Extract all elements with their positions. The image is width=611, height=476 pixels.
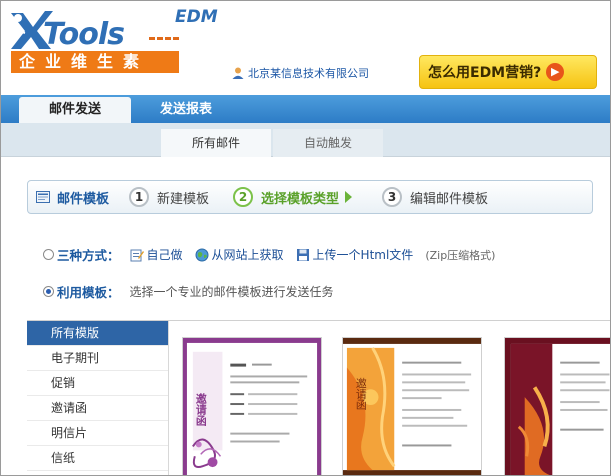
- tab-auto-trigger[interactable]: 自动触发: [273, 129, 383, 157]
- header: Tools EDM 企业维生素 北京某信息技术有限公司 怎么用EDM营销? ▶: [1, 1, 610, 95]
- action-from-website[interactable]: 从网站上获取: [195, 246, 284, 263]
- radio-use-template[interactable]: [43, 286, 54, 297]
- template-preview-image: 邀请函: [343, 338, 481, 475]
- main-nav: 邮件发送 发送报表: [1, 95, 610, 123]
- template-thumbnail[interactable]: 邀请函: [182, 337, 322, 475]
- template-thumbnail[interactable]: 邀请函: [342, 337, 482, 475]
- logo-suffix: EDM: [175, 7, 218, 27]
- company-info: 北京某信息技术有限公司: [231, 65, 369, 81]
- option-label: 三种方式：: [57, 248, 120, 263]
- globe-icon: [195, 248, 209, 261]
- template-gallery: 邀请函 邀请函: [170, 321, 610, 475]
- template-preview-image: [505, 338, 610, 475]
- step-label: 新建模板: [157, 191, 210, 207]
- user-icon: [232, 67, 244, 79]
- edit-icon: [130, 249, 144, 261]
- step-label: 选择模板类型: [261, 191, 340, 207]
- arrow-right-icon: ▶: [546, 63, 565, 81]
- template-thumbnail[interactable]: [504, 337, 610, 475]
- tab-send-report[interactable]: 发送报表: [141, 97, 231, 123]
- option-description: 选择一个专业的邮件模板进行发送任务: [129, 285, 334, 299]
- company-name: 北京某信息技术有限公司: [248, 67, 369, 80]
- app-frame: Tools EDM 企业维生素 北京某信息技术有限公司 怎么用EDM营销? ▶ …: [0, 0, 611, 476]
- step-number: 3: [382, 187, 403, 207]
- step-label: 编辑邮件模板: [410, 191, 489, 207]
- category-newsletter[interactable]: 电子期刊: [27, 346, 168, 371]
- category-all[interactable]: 所有模版: [27, 321, 168, 346]
- play-arrow-icon: [345, 191, 353, 203]
- template-icon: [36, 191, 50, 203]
- action-make-yourself[interactable]: 自己做: [130, 246, 183, 263]
- logo-dashes: [149, 37, 179, 40]
- sub-nav: 所有邮件 自动触发: [1, 123, 610, 157]
- category-promotion[interactable]: 促销: [27, 371, 168, 396]
- logo-text: Tools: [43, 17, 125, 52]
- edm-howto-banner[interactable]: 怎么用EDM营销? ▶: [419, 55, 597, 89]
- promo-label: 怎么用EDM营销?: [428, 65, 542, 81]
- step-edit-template[interactable]: 3 编辑邮件模板: [382, 187, 488, 207]
- logo[interactable]: Tools EDM 企业维生素: [7, 7, 218, 73]
- wizard-steps: 邮件模板 1 新建模板 2 选择模板类型 3 编辑邮件模板: [27, 180, 593, 214]
- template-categories: 所有模版 电子期刊 促销 邀请函 明信片 信纸: [27, 321, 169, 475]
- step-number: 1: [129, 187, 150, 207]
- template-preview-image: 邀请函: [183, 338, 321, 475]
- tab-all-mails[interactable]: 所有邮件: [161, 129, 271, 157]
- zip-note: (Zip压缩格式): [425, 248, 496, 262]
- action-upload-html[interactable]: 上传一个Html文件: [296, 246, 413, 263]
- step-new-template[interactable]: 1 新建模板: [129, 187, 209, 207]
- template-title: 邀请函: [354, 376, 367, 411]
- option-use-template: 利用模板： 选择一个专业的邮件模板进行发送任务: [43, 282, 334, 301]
- step-select-template-type[interactable]: 2 选择模板类型: [233, 187, 353, 207]
- step-number: 2: [233, 187, 254, 207]
- category-stationery[interactable]: 信纸: [27, 446, 168, 471]
- radio-three-ways[interactable]: [43, 249, 54, 260]
- tab-mail-send[interactable]: 邮件发送: [19, 97, 131, 123]
- category-invitation[interactable]: 邀请函: [27, 396, 168, 421]
- save-disk-icon: [296, 248, 309, 261]
- option-three-ways: 三种方式： 自己做 从网站上获取 上传一个Html文件 (Zip压缩格式): [43, 245, 495, 264]
- steps-title: 邮件模板: [57, 191, 110, 207]
- option-label: 利用模板：: [57, 285, 120, 300]
- category-postcard[interactable]: 明信片: [27, 421, 168, 446]
- template-title: 邀请函: [194, 392, 207, 427]
- logo-slogan: 企业维生素: [11, 51, 179, 73]
